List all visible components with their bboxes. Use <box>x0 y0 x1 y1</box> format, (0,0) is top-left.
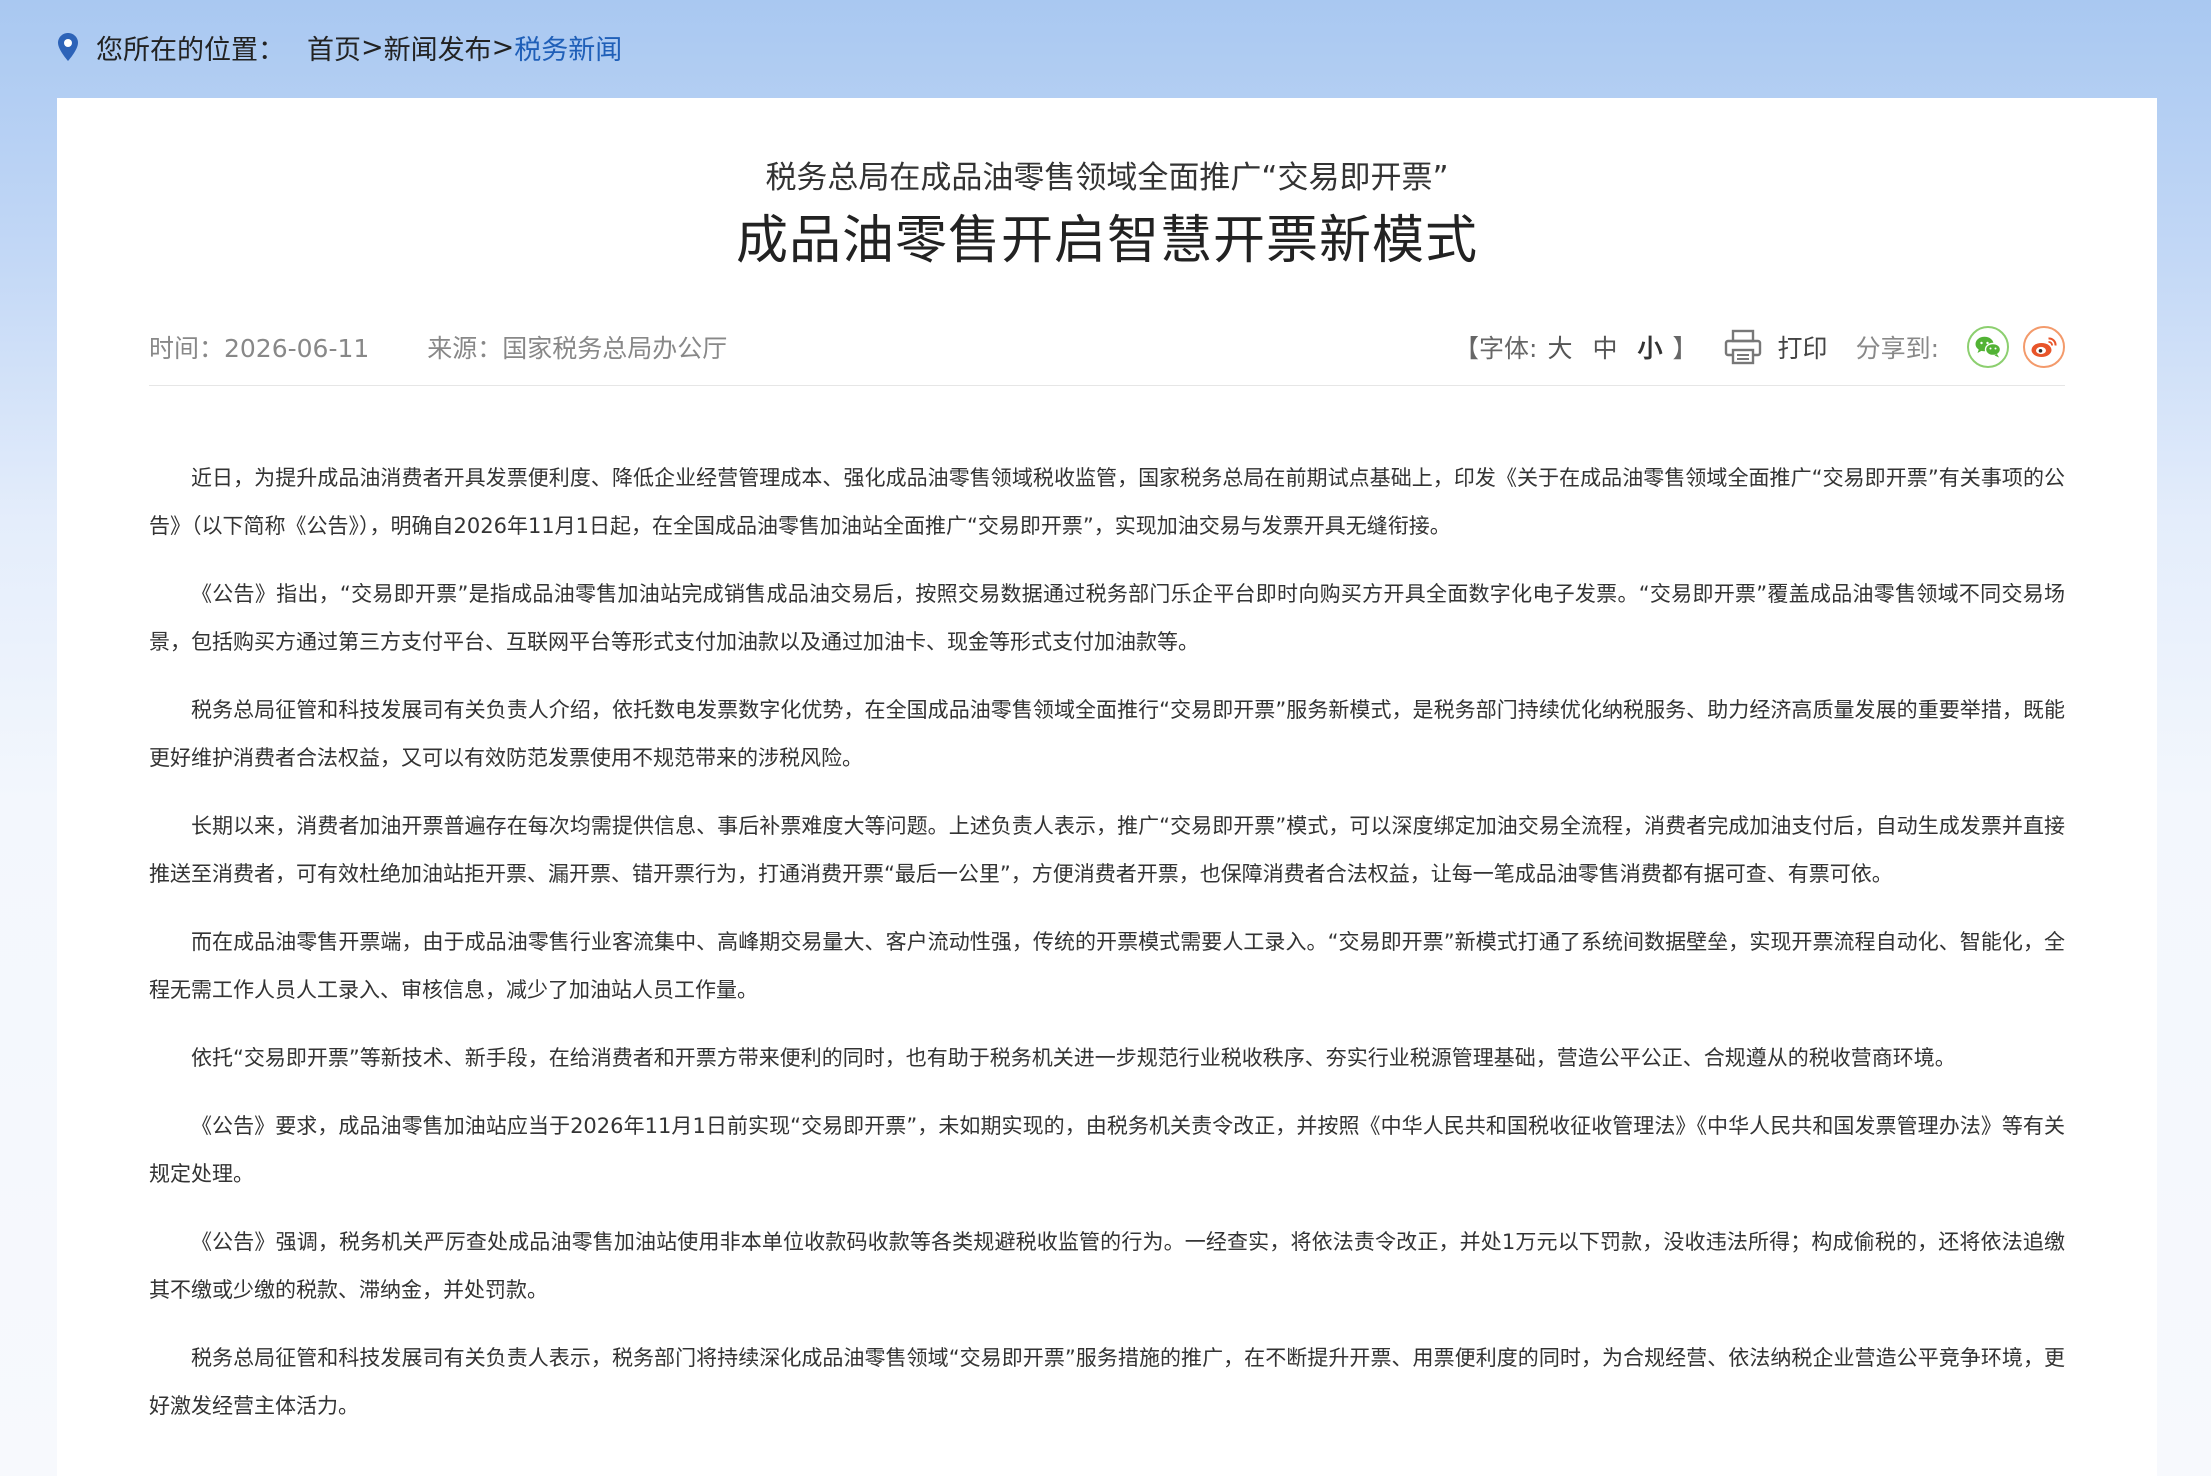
share-weibo-button[interactable] <box>2023 326 2065 368</box>
article-card: 税务总局在成品油零售领域全面推广“交易即开票” 成品油零售开启智慧开票新模式 时… <box>57 98 2157 1476</box>
breadcrumb-separator: > <box>361 31 384 63</box>
article-paragraph: 长期以来，消费者加油开票普遍存在每次均需提供信息、事后补票难度大等问题。上述负责… <box>149 814 2065 886</box>
breadcrumb: 您所在的位置： 首页 > 新闻发布 > 税务新闻 <box>56 26 622 68</box>
article-meta-bar: 时间：2026-06-11 来源：国家税务总局办公厅 【字体: 大 中 小 】 … <box>149 320 2065 374</box>
article-paragraph: 近日，为提升成品油消费者开具发票便利度、降低企业经营管理成本、强化成品油零售领域… <box>149 466 2065 538</box>
font-size-medium-button[interactable]: 中 <box>1593 329 1618 365</box>
font-size-label: 【字体: <box>1454 334 1538 363</box>
breadcrumb-separator: > <box>491 31 515 63</box>
font-size-large-button[interactable]: 大 <box>1547 329 1572 365</box>
share-wechat-button[interactable] <box>1967 326 2009 368</box>
article-body: 近日，为提升成品油消费者开具发票便利度、降低企业经营管理成本、强化成品油零售领域… <box>149 454 2065 1450</box>
breadcrumb-home-link[interactable]: 首页 <box>307 28 361 67</box>
printer-icon <box>1724 329 1761 365</box>
breadcrumb-news-release-link[interactable]: 新闻发布 <box>384 28 492 67</box>
article-paragraph: 依托“交易即开票”等新技术、新手段，在给消费者和开票方带来便利的同时，也有助于税… <box>191 1046 1956 1070</box>
share-label: 分享到: <box>1855 334 1939 363</box>
article-paragraph: 《公告》指出，“交易即开票”是指成品油零售加油站完成销售成品油交易后，按照交易数… <box>149 582 2065 654</box>
weibo-icon <box>2031 337 2057 357</box>
article-paragraph: 税务总局征管和科技发展司有关负责人表示，税务部门将持续深化成品油零售领域“交易即… <box>149 1346 2065 1418</box>
font-size-bracket-close: 】 <box>1672 334 1698 363</box>
breadcrumb-tax-news-link[interactable]: 税务新闻 <box>514 28 622 67</box>
meta-divider <box>149 385 2065 386</box>
article-paragraph: 而在成品油零售开票端，由于成品油零售行业客流集中、高峰期交易量大、客户流动性强，… <box>149 930 2065 1002</box>
font-size-small-button[interactable]: 小 <box>1638 329 1663 365</box>
article-source: 来源：国家税务总局办公厅 <box>427 334 728 363</box>
article-paragraph: 《公告》强调，税务机关严厉查处成品油零售加油站使用非本单位收款码收款等各类规避税… <box>149 1230 2065 1302</box>
article-paragraph: 税务总局征管和科技发展司有关负责人介绍，依托数电发票数字化优势，在全国成品油零售… <box>149 698 2065 770</box>
publish-time: 时间：2026-06-11 <box>149 334 370 363</box>
breadcrumb-label: 您所在的位置： <box>96 34 285 66</box>
wechat-icon <box>1975 336 2002 358</box>
article-subtitle: 税务总局在成品油零售领域全面推广“交易即开票” <box>765 160 1449 196</box>
article-tools: 【字体: 大 中 小 】 打印 分享到: <box>1454 326 2065 368</box>
print-button[interactable]: 打印 <box>1724 329 1828 365</box>
print-label: 打印 <box>1777 334 1828 363</box>
article-title: 成品油零售开启智慧开票新模式 <box>735 211 1478 271</box>
article-paragraph: 《公告》要求，成品油零售加油站应当于2026年11月1日前实现“交易即开票”，未… <box>149 1114 2065 1186</box>
location-pin-icon <box>58 33 78 61</box>
